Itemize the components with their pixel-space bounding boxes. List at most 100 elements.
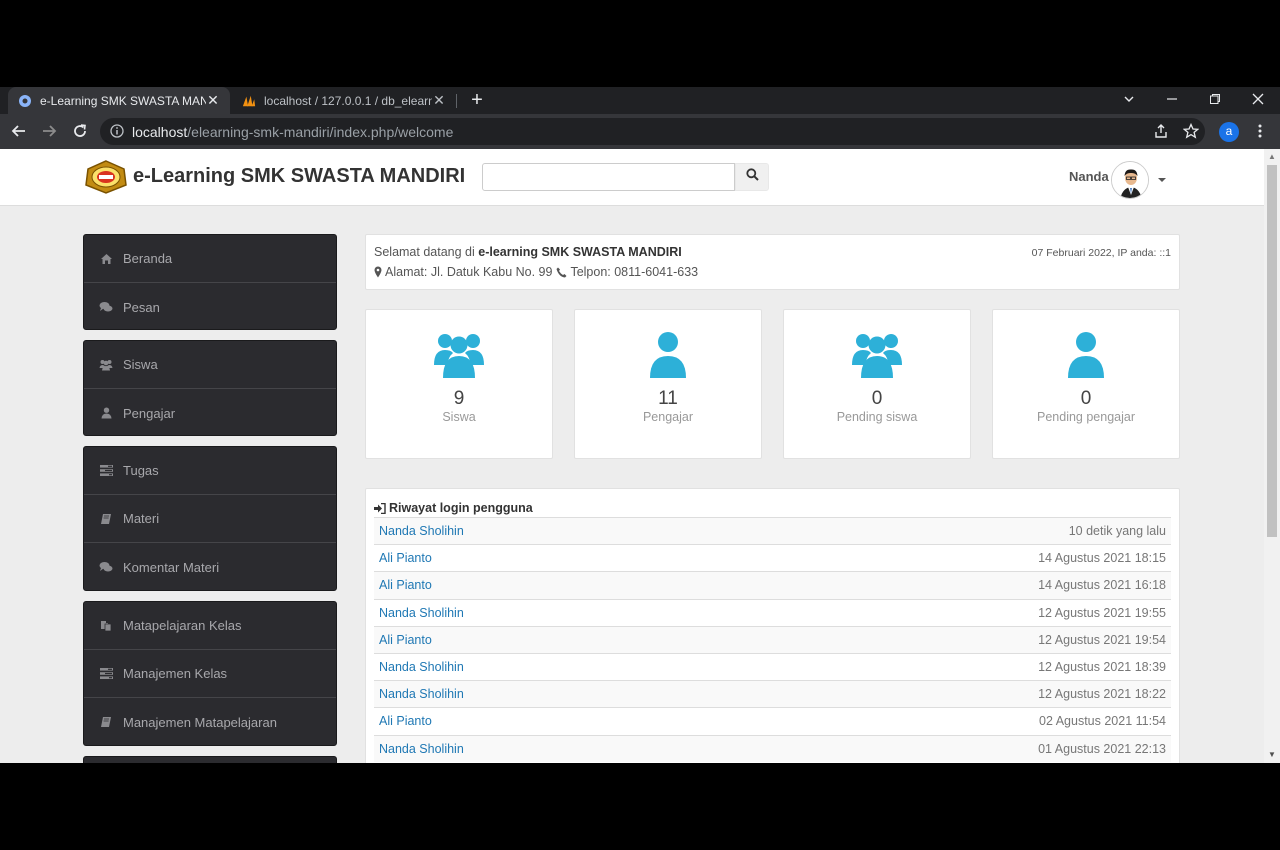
sidebar-item-pesan[interactable]: Pesan	[84, 283, 336, 329]
minimize-icon[interactable]	[1150, 87, 1194, 114]
sidebar-item-siswa[interactable]: Siswa	[84, 341, 336, 389]
user-link[interactable]: Nanda Sholihin	[374, 734, 699, 763]
search-input[interactable]	[482, 163, 735, 191]
sidebar-item-label: Komentar Materi	[123, 559, 220, 575]
comments-icon	[99, 300, 113, 314]
login-time: 01 Agustus 2021 22:13	[698, 734, 1171, 763]
user-avatar[interactable]	[1111, 161, 1149, 199]
book-icon	[99, 512, 113, 526]
tab-bar: e-Learning SMK SWASTA MANDI ✕ localhost …	[0, 87, 1280, 114]
table-row: Nanda Sholihin 12 Agustus 2021 18:22	[374, 680, 1171, 708]
tasks-icon	[99, 667, 113, 681]
tab-close-icon[interactable]: ✕	[432, 92, 446, 109]
tab-search-icon[interactable]	[1107, 87, 1151, 114]
brand-title[interactable]: e-Learning SMK SWASTA MANDIRI	[133, 165, 465, 188]
home-icon	[99, 252, 113, 266]
stat-label: Pending pengajar	[1037, 410, 1135, 424]
login-time: 12 Agustus 2021 19:54	[698, 625, 1171, 654]
sidebar-item-label: Matapelajaran Kelas	[123, 618, 242, 633]
sidebar-item-beranda[interactable]: Beranda	[84, 235, 336, 283]
stat-label: Pending siswa	[836, 410, 918, 424]
user-link[interactable]: Ali Pianto	[374, 544, 699, 572]
users-icon	[99, 358, 113, 372]
page-content: e-Learning SMK SWASTA MANDIRI Nanda Bera…	[0, 149, 1264, 763]
scroll-down-icon[interactable]: ▼	[1268, 750, 1276, 759]
profile-avatar[interactable]: a	[1219, 122, 1239, 142]
tab-close-icon[interactable]: ✕	[206, 92, 220, 109]
stat-card-pending-pengajar[interactable]: 0 Pending pengajar	[992, 309, 1180, 459]
sidebar-item-label: Materi	[123, 511, 160, 526]
sidebar-item-pengajar[interactable]: Pengajar	[84, 389, 336, 435]
login-time: 12 Agustus 2021 18:39	[698, 652, 1171, 681]
welcome-prefix: Selamat datang di	[374, 245, 479, 259]
menu-group-learning: Tugas Materi Komentar Materi	[83, 446, 337, 591]
user-link[interactable]: Ali Pianto	[374, 625, 699, 654]
phone-icon	[556, 267, 567, 278]
user-link[interactable]: Nanda Sholihin	[374, 680, 699, 708]
address-bar[interactable]: localhost/elearning-smk-mandiri/index.ph…	[100, 118, 1205, 145]
table-row: Nanda Sholihin 12 Agustus 2021 19:55	[374, 598, 1171, 627]
history-title-text: Riwayat login pengguna	[389, 501, 533, 515]
user-link[interactable]: Nanda Sholihin	[374, 516, 699, 545]
stat-value: 0	[1080, 388, 1092, 409]
sidebar-item-tugas[interactable]: Tugas	[84, 447, 336, 495]
login-time: 12 Agustus 2021 18:22	[698, 680, 1171, 708]
school-logo[interactable]	[84, 159, 128, 195]
stat-label: Siswa	[442, 410, 476, 424]
stat-card-pengajar[interactable]: 11 Pengajar	[574, 309, 762, 459]
sidebar-item-materi[interactable]: Materi	[84, 495, 336, 543]
stat-card-siswa[interactable]: 9 Siswa	[365, 309, 553, 459]
user-link[interactable]: Nanda Sholihin	[374, 652, 699, 681]
welcome-site-name: e-learning SMK SWASTA MANDIRI	[478, 245, 682, 259]
welcome-panel: Selamat datang di e-learning SMK SWASTA …	[365, 234, 1180, 290]
table-row: Ali Pianto 14 Agustus 2021 16:18	[374, 571, 1171, 600]
table-row: Ali Pianto 14 Agustus 2021 18:15	[374, 544, 1171, 572]
menu-group-users: Siswa Pengajar	[83, 340, 337, 436]
search-icon	[745, 168, 759, 186]
search-button[interactable]	[735, 163, 769, 191]
info-icon[interactable]	[110, 124, 124, 143]
table-row: Ali Pianto 02 Agustus 2021 11:54	[374, 707, 1171, 735]
share-icon[interactable]	[1150, 120, 1172, 142]
page-scrollbar[interactable]: ▲ ▼	[1264, 149, 1280, 763]
scrollbar-thumb[interactable]	[1267, 165, 1277, 537]
sidebar-item-label: Manajemen Matapelajaran	[123, 714, 277, 730]
sign-in-icon	[374, 502, 386, 514]
sidebar-item-label: Siswa	[123, 357, 158, 372]
tab-separator	[456, 94, 457, 108]
reload-icon[interactable]	[69, 120, 91, 142]
sidebar-item-manajemen-kelas[interactable]: Manajemen Kelas	[84, 650, 336, 698]
tab-elearning[interactable]: e-Learning SMK SWASTA MANDI ✕	[8, 87, 230, 114]
stat-value: 11	[658, 388, 678, 409]
url-text: localhost/elearning-smk-mandiri/index.ph…	[132, 124, 453, 140]
bookmark-star-icon[interactable]	[1180, 120, 1202, 142]
table-row: Ali Pianto 12 Agustus 2021 19:54	[374, 625, 1171, 654]
new-tab-icon[interactable]: +	[466, 89, 488, 111]
scroll-up-icon[interactable]: ▲	[1268, 152, 1276, 161]
restore-icon[interactable]	[1193, 87, 1237, 114]
tab-phpmyadmin[interactable]: localhost / 127.0.0.1 / db_elearnin ✕	[232, 87, 456, 114]
user-link[interactable]: Nanda Sholihin	[374, 598, 699, 627]
user-name[interactable]: Nanda	[1069, 169, 1109, 184]
back-icon[interactable]	[8, 120, 30, 142]
user-link[interactable]: Ali Pianto	[374, 707, 699, 735]
more-menu-icon[interactable]	[1249, 120, 1271, 142]
stat-value: 9	[453, 388, 465, 409]
close-window-icon[interactable]	[1236, 87, 1280, 114]
sidebar-item-label: Beranda	[123, 251, 173, 266]
address-text: Alamat: Jl. Datuk Kabu No. 99	[385, 265, 553, 279]
contact-info: Alamat: Jl. Datuk Kabu No. 99 Telpon: 08…	[374, 265, 698, 279]
phpmyadmin-favicon-icon	[242, 94, 256, 108]
users-icon	[784, 332, 970, 380]
stat-card-pending-siswa[interactable]: 0 Pending siswa	[783, 309, 971, 459]
user-link[interactable]: Ali Pianto	[374, 571, 699, 600]
book-icon	[99, 715, 113, 729]
sidebar-item-manajemen-matapelajaran[interactable]: Manajemen Matapelajaran	[84, 698, 336, 745]
sidebar-item-label: Tugas	[123, 463, 159, 478]
sidebar-item-matapelajaran-kelas[interactable]: Matapelajaran Kelas	[84, 602, 336, 650]
sidebar-item-komentar-materi[interactable]: Komentar Materi	[84, 543, 336, 590]
date-ip-text: 07 Februari 2022, IP anda: ::1	[1031, 247, 1171, 259]
sidebar-item-label: Pesan	[123, 299, 160, 315]
chevron-down-icon[interactable]	[1157, 172, 1167, 182]
forward-icon[interactable]	[38, 120, 60, 142]
